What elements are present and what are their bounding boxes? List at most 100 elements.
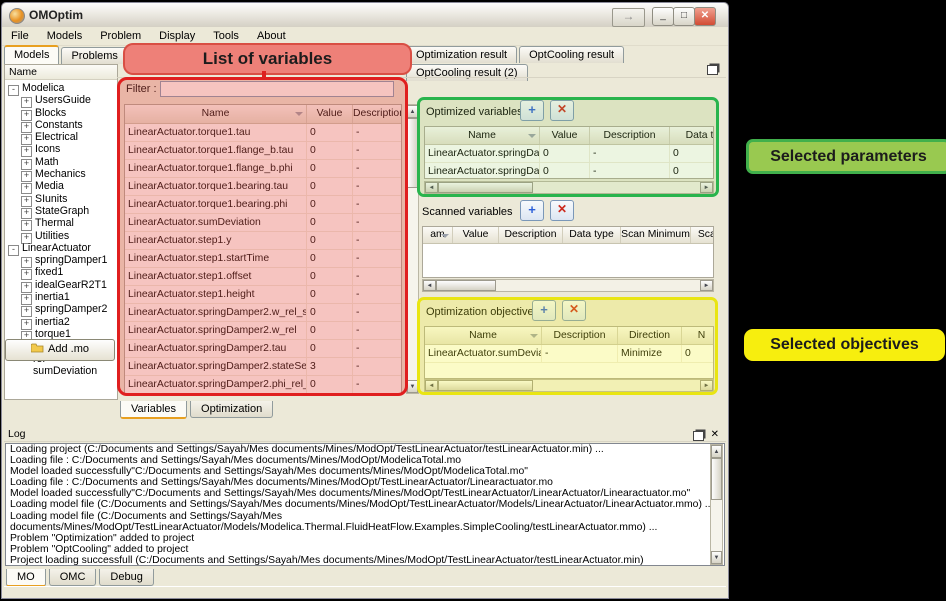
scroll-right-arrow-icon[interactable]: ► [700, 280, 713, 291]
table-row[interactable]: LinearActuator.torque1.bearing.phi0- [125, 196, 401, 214]
menu-display[interactable]: Display [150, 28, 204, 44]
optimization-objectives-add-button[interactable]: + [532, 300, 556, 321]
optimized-col-description[interactable]: Description [590, 127, 670, 144]
tree-item-springdamper1[interactable]: +springDamper1 [5, 254, 117, 266]
log-float-icon[interactable] [693, 431, 704, 441]
scroll-thumb[interactable] [407, 118, 418, 188]
filter-input[interactable] [160, 81, 394, 97]
table-row[interactable]: LinearActuator.torque1.bearing.tau0- [125, 178, 401, 196]
tree-item-usersguide[interactable]: +UsersGuide [5, 94, 117, 106]
scanned-col-value[interactable]: Value [453, 227, 499, 243]
tab-mo[interactable]: MO [6, 569, 46, 587]
scanned-variables-remove-button[interactable]: ✕ [550, 200, 574, 221]
scanned-col-description[interactable]: Description [499, 227, 563, 243]
tree-item-utilities[interactable]: +Utilities [5, 230, 117, 242]
table-row[interactable]: LinearActuator.torque1.flange_b.tau0- [125, 142, 401, 160]
table-row[interactable]: LinearActuator.springDamper2.stateSelect… [125, 358, 401, 376]
tree-item-linearactuator[interactable]: -LinearActuator [5, 242, 117, 254]
scroll-track[interactable] [533, 380, 700, 391]
tab-omc[interactable]: OMC [49, 569, 97, 586]
optimized-col-data-t[interactable]: Data t [670, 127, 714, 144]
optimization-objectives-remove-button[interactable]: ✕ [562, 300, 586, 321]
tree-item-fixed1[interactable]: +fixed1 [5, 266, 117, 278]
objectives-col-description[interactable]: Description [542, 327, 618, 344]
tree-item-sumdeviation[interactable]: sumDeviation [5, 365, 117, 377]
scroll-right-arrow-icon[interactable]: ► [700, 182, 713, 193]
variables-table-scrollbar[interactable]: ▲▼ [406, 104, 419, 394]
scroll-thumb[interactable] [438, 182, 533, 193]
tree-item-electrical[interactable]: +Electrical [5, 131, 117, 143]
collapse-icon[interactable]: - [8, 85, 19, 96]
table-row[interactable]: LinearActuator.torque1.tau0- [125, 124, 401, 142]
scroll-up-arrow-icon[interactable]: ▲ [711, 445, 722, 458]
table-row[interactable]: LinearActuator.springDamper1.d0-0 [425, 163, 713, 179]
objectives-col-n[interactable]: N [682, 327, 714, 344]
table-row[interactable]: LinearActuator.springDamper2.w_rel0- [125, 322, 401, 340]
tree-item-idealgearr2t1[interactable]: +idealGearR2T1 [5, 279, 117, 291]
optimization-objectives-hscrollbar[interactable]: ◄► [424, 379, 714, 392]
scanned-col-am[interactable]: am [423, 227, 453, 243]
table-row[interactable]: LinearActuator.sumDeviation-Minimize0 [425, 345, 713, 363]
scroll-right-arrow-icon[interactable]: ► [700, 380, 713, 391]
scroll-track[interactable] [711, 500, 722, 551]
log-scrollbar[interactable]: ▲▼ [710, 444, 723, 565]
tab-optimization-result[interactable]: Optimization result [406, 46, 517, 63]
scroll-down-arrow-icon[interactable]: ▼ [711, 551, 722, 564]
tree-item-blocks[interactable]: +Blocks [5, 107, 117, 119]
tree-item-math[interactable]: +Math [5, 156, 117, 168]
scroll-left-arrow-icon[interactable]: ◄ [425, 380, 438, 391]
minimize-button[interactable]: _ [652, 7, 674, 26]
add-mo-button[interactable]: Add .mo [5, 339, 115, 361]
table-row[interactable]: LinearActuator.springDamper2.w_rel_start… [125, 304, 401, 322]
table-row[interactable]: LinearActuator.step1.offset0- [125, 268, 401, 286]
optimized-variables-add-button[interactable]: + [520, 100, 544, 121]
table-row[interactable]: LinearActuator.sumDeviation0- [125, 214, 401, 232]
tree-item-media[interactable]: +Media [5, 180, 117, 192]
table-row[interactable]: LinearActuator.step1.y0- [125, 232, 401, 250]
scanned-variables-add-button[interactable]: + [520, 200, 544, 221]
menu-about[interactable]: About [248, 28, 295, 44]
menu-models[interactable]: Models [38, 28, 91, 44]
scanned-col-data-type[interactable]: Data type [563, 227, 621, 243]
tree-item-constants[interactable]: +Constants [5, 119, 117, 131]
scanned-variables-hscrollbar[interactable]: ◄► [422, 279, 714, 292]
objectives-col-name[interactable]: Name [425, 327, 542, 344]
table-row[interactable]: LinearActuator.springDamper2.phi_rel_sta… [125, 376, 401, 394]
scroll-left-arrow-icon[interactable]: ◄ [423, 280, 436, 291]
scroll-track[interactable] [533, 182, 700, 193]
tree-item-inertia1[interactable]: +inertia1 [5, 291, 117, 303]
table-row[interactable]: LinearActuator.step1.startTime0- [125, 250, 401, 268]
menu-problem[interactable]: Problem [91, 28, 150, 44]
menu-tools[interactable]: Tools [204, 28, 248, 44]
scroll-thumb[interactable] [436, 280, 496, 291]
scroll-down-arrow-icon[interactable]: ▼ [407, 380, 418, 393]
table-row[interactable]: LinearActuator.springDamper2.tau0- [125, 340, 401, 358]
log-close-icon[interactable]: ✕ [711, 427, 719, 442]
maximize-button[interactable]: □ [673, 7, 695, 26]
tree-item-thermal[interactable]: +Thermal [5, 217, 117, 229]
optimized-variables-remove-button[interactable]: ✕ [550, 100, 574, 121]
tree-item-modelica[interactable]: -Modelica [5, 82, 117, 94]
variables-col-name[interactable]: Name [125, 105, 307, 123]
table-row[interactable]: LinearActuator.step1.height0- [125, 286, 401, 304]
tree-item-inertia2[interactable]: +inertia2 [5, 316, 117, 328]
tree-item-springdamper2[interactable]: +springDamper2 [5, 303, 117, 315]
scanned-col-scan-m[interactable]: Scan M [691, 227, 714, 243]
scroll-thumb[interactable] [711, 458, 722, 500]
scroll-left-arrow-icon[interactable]: ◄ [425, 182, 438, 193]
table-row[interactable]: LinearActuator.torque1.flange_b.phi0- [125, 160, 401, 178]
objectives-col-direction[interactable]: Direction [618, 327, 682, 344]
scroll-up-arrow-icon[interactable]: ▲ [407, 105, 418, 118]
tree-item-stategraph[interactable]: +StateGraph [5, 205, 117, 217]
variables-col-value[interactable]: Value [307, 105, 353, 123]
tree-item-icons[interactable]: +Icons [5, 143, 117, 155]
tab-debug[interactable]: Debug [99, 569, 153, 586]
scroll-track[interactable] [407, 188, 418, 380]
tab-optimization[interactable]: Optimization [190, 401, 273, 418]
scroll-track[interactable] [496, 280, 700, 291]
tab-optcooling-result[interactable]: OptCooling result [519, 46, 624, 63]
collapse-icon[interactable]: - [8, 245, 19, 256]
optimized-variables-hscrollbar[interactable]: ◄► [424, 181, 714, 194]
optimized-col-value[interactable]: Value [540, 127, 590, 144]
close-button[interactable]: ✕ [694, 7, 716, 26]
